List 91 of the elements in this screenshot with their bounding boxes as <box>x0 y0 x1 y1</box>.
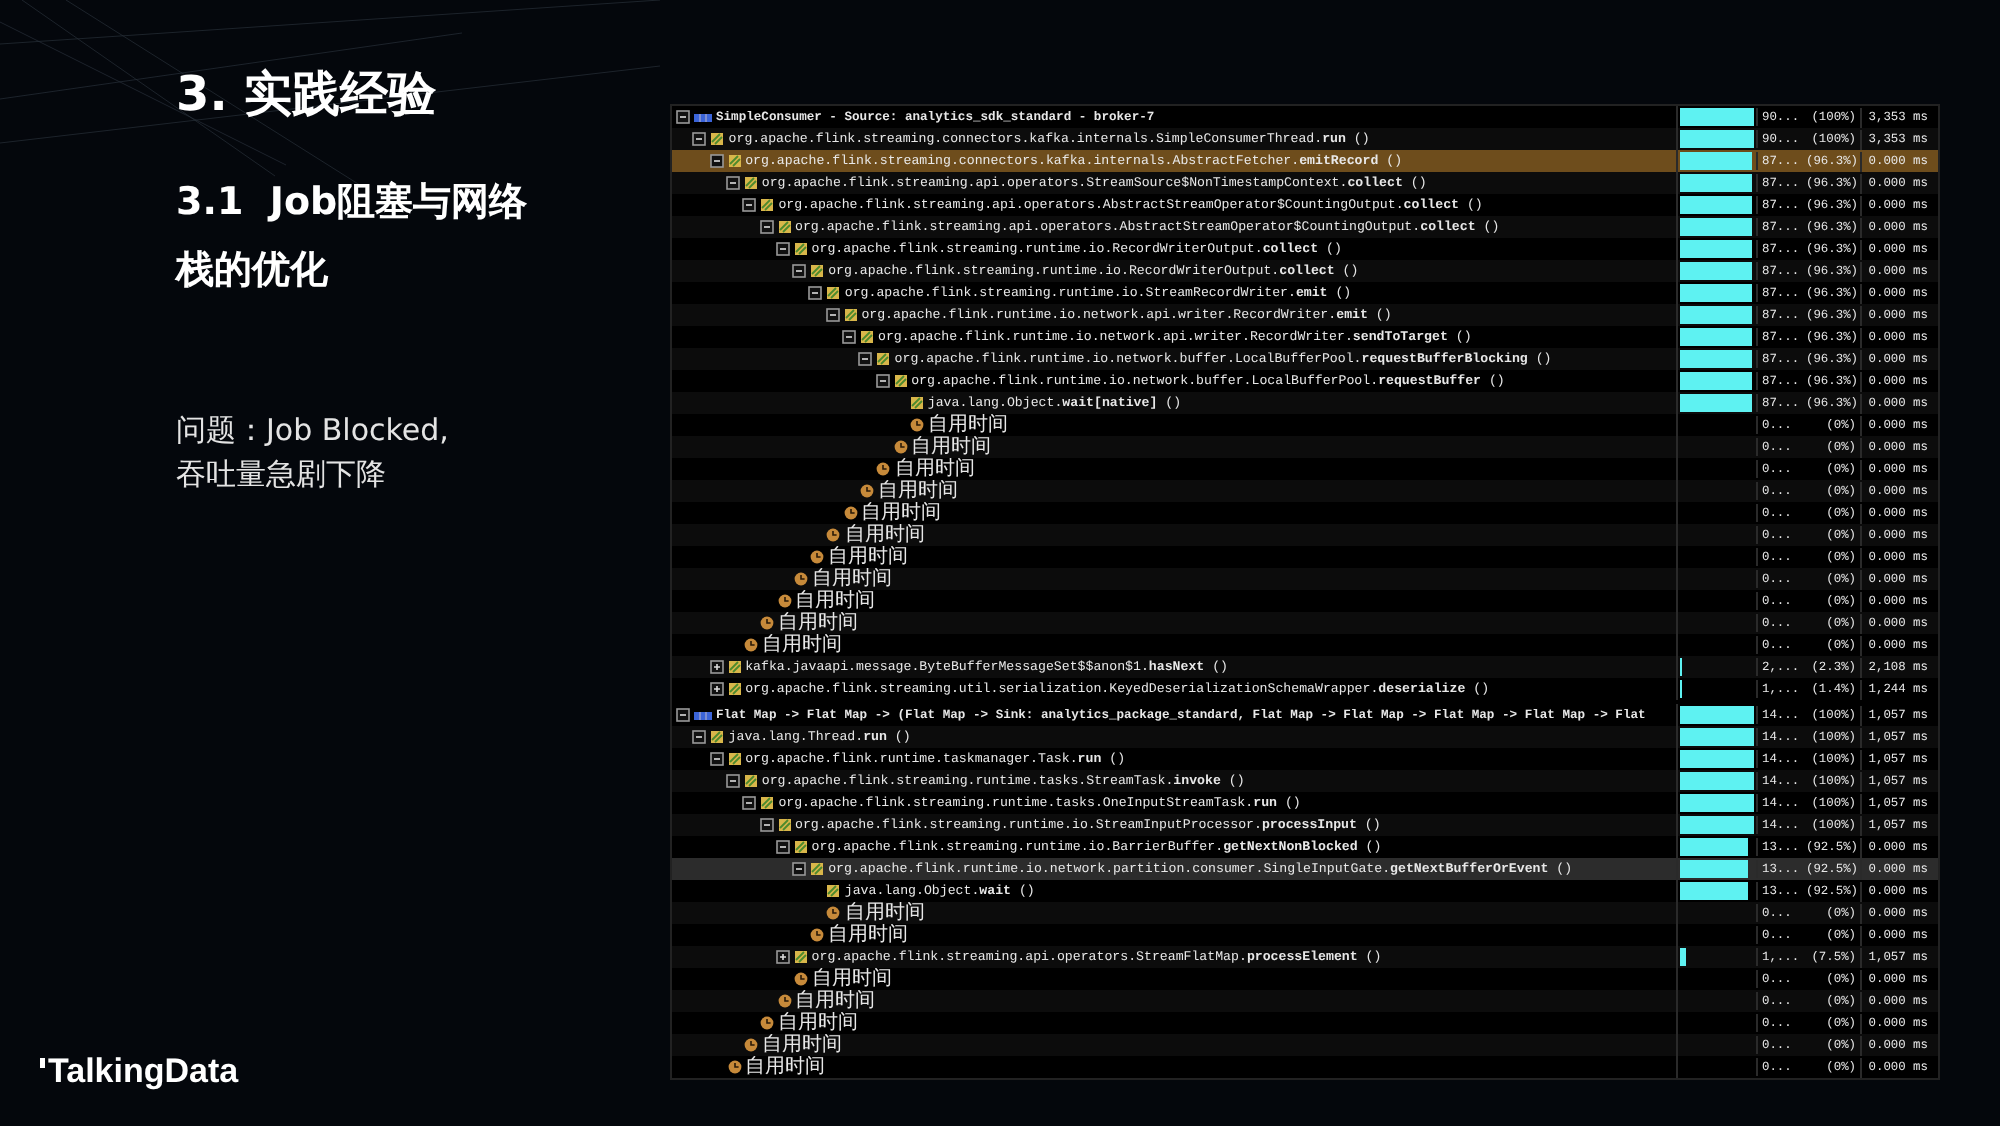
collapse-icon[interactable] <box>709 752 724 766</box>
method-icon <box>810 264 825 278</box>
collapse-icon[interactable] <box>759 220 773 234</box>
logo-mark-icon <box>40 1058 46 1068</box>
clock-icon <box>777 594 791 608</box>
method-icon <box>760 198 775 212</box>
clock-icon <box>760 1016 775 1030</box>
method-icon <box>810 862 825 876</box>
method-name: 自用时间 <box>795 590 875 612</box>
collapse-icon[interactable] <box>759 818 773 832</box>
collapse-icon[interactable] <box>709 154 724 168</box>
method-name: 自用时间 <box>795 990 875 1012</box>
method-icon <box>909 396 924 410</box>
method-icon <box>826 884 841 898</box>
thread-icon <box>694 709 712 721</box>
collapse-icon[interactable] <box>725 774 740 788</box>
method-icon <box>743 176 758 190</box>
clock-icon <box>727 1060 742 1074</box>
clock-icon <box>743 638 758 652</box>
expand-icon[interactable] <box>709 660 724 674</box>
collapse-icon[interactable] <box>808 286 823 300</box>
method-name: 自用时间 <box>745 1056 826 1078</box>
clock-icon <box>810 928 825 942</box>
method-name: 自用时间 <box>878 480 958 502</box>
collapse-icon[interactable] <box>692 730 707 744</box>
method-icon <box>843 308 858 322</box>
method-name: 自用时间 <box>811 568 892 590</box>
method-name: 自用时间 <box>778 1012 859 1034</box>
method-icon <box>727 154 742 168</box>
method-name: 自用时间 <box>761 634 842 656</box>
collapse-icon[interactable] <box>792 264 807 278</box>
collapse-icon[interactable] <box>676 708 690 722</box>
collapse-icon[interactable] <box>742 796 757 810</box>
expand-icon[interactable] <box>709 682 724 696</box>
method-icon <box>760 796 775 810</box>
collapse-icon[interactable] <box>825 308 840 322</box>
method-name: 自用时间 <box>761 1034 842 1056</box>
method-icon <box>727 660 742 674</box>
method-icon <box>777 818 791 832</box>
method-name: 自用时间 <box>911 436 992 458</box>
clock-icon <box>743 1038 758 1052</box>
method-name: 自用时间 <box>778 612 859 634</box>
clock-icon <box>810 550 825 564</box>
clock-icon <box>760 616 775 630</box>
method-name: 自用时间 <box>811 968 892 990</box>
clock-icon <box>793 972 808 986</box>
slide-title: 3. 实践经验 <box>176 64 437 126</box>
thread-icon <box>694 111 712 123</box>
collapse-icon[interactable] <box>725 176 740 190</box>
method-icon <box>876 352 891 366</box>
method-name: 自用时间 <box>861 502 942 524</box>
clock-icon <box>876 462 891 476</box>
collapse-icon[interactable] <box>676 110 690 124</box>
collapse-icon[interactable] <box>858 352 873 366</box>
slide-subtitle: 3.1 Job阻塞与网络栈的优化 <box>176 178 530 296</box>
method-name: 自用时间 <box>828 546 909 568</box>
method-name: 自用时间 <box>927 414 1008 436</box>
clock-icon <box>826 528 841 542</box>
method-icon <box>743 774 758 788</box>
collapse-icon[interactable] <box>842 330 856 344</box>
logo-text: TalkingData <box>48 1050 239 1094</box>
method-icon <box>777 220 791 234</box>
collapse-icon[interactable] <box>775 242 790 256</box>
method-icon <box>710 730 725 744</box>
collapse-icon[interactable] <box>875 374 890 388</box>
method-icon <box>860 330 874 344</box>
collapse-icon[interactable] <box>792 862 807 876</box>
method-icon <box>727 752 742 766</box>
clock-icon <box>893 440 908 454</box>
method-icon <box>727 682 742 696</box>
clock-icon <box>843 506 858 520</box>
method-icon <box>710 132 725 146</box>
method-name: 自用时间 <box>844 524 925 546</box>
expand-icon[interactable] <box>775 950 790 964</box>
collapse-icon[interactable] <box>692 132 707 146</box>
method-icon <box>793 242 808 256</box>
clock-icon <box>793 572 808 586</box>
clock-icon <box>909 418 924 432</box>
clock-icon <box>860 484 874 498</box>
collapse-icon[interactable] <box>742 198 757 212</box>
method-name: 自用时间 <box>894 458 975 480</box>
collapse-icon[interactable] <box>775 840 790 854</box>
method-icon <box>826 286 841 300</box>
method-name: 自用时间 <box>844 902 925 924</box>
method-icon <box>893 374 908 388</box>
method-icon <box>793 840 808 854</box>
problem-text: 问题：Job Blocked, 吞吐量急剧下降 <box>176 410 449 496</box>
clock-icon <box>777 994 791 1008</box>
method-name: 自用时间 <box>828 924 909 946</box>
method-icon <box>793 950 808 964</box>
clock-icon <box>826 906 841 920</box>
